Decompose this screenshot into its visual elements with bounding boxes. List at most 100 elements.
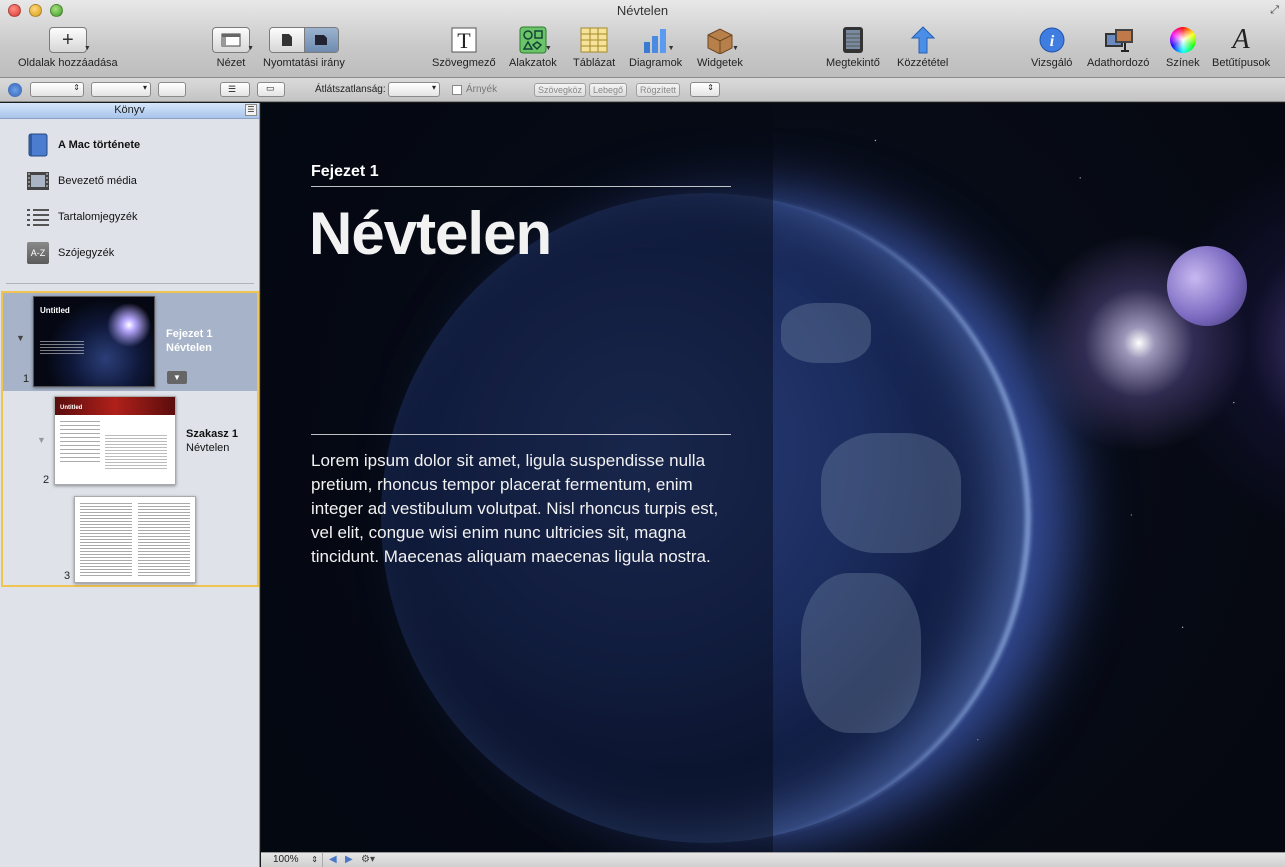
colors-label: Színek [1166,57,1200,69]
opacity-label: Átlátszatlanság: [315,84,386,95]
page-thumbnail-3[interactable] [74,496,196,583]
page-thumbnail-1[interactable]: Untitled [33,296,155,387]
thumb-text-lines [105,435,167,469]
chapter-title-text[interactable]: Névtelen [309,199,552,268]
table-icon [579,26,609,54]
publish-arrow-icon [908,26,938,54]
status-bar: 100% ⇕ ◀ ▶ ⚙▾ [261,852,1285,867]
widgets-button[interactable]: ▼ Widgetek [697,26,743,69]
page-number: 2 [43,474,50,486]
wrap-options-popup[interactable]: ⇕ [690,82,720,97]
table-button[interactable]: Táblázat [573,26,615,69]
publish-label: Közzététel [897,57,949,69]
opacity-popup[interactable]: ▾ [388,82,440,97]
chart-icon: ▼ [641,26,675,54]
sidebar-title: Könyv [114,104,145,116]
previous-page-icon[interactable]: ◀ [329,853,337,867]
wrap-float-button[interactable]: Lebegő [589,83,628,97]
media-button[interactable]: Adathordozó [1087,26,1149,69]
colors-button[interactable]: Színek [1166,26,1200,69]
section-title: Szakasz 1 [186,428,238,440]
add-pages-label: Oldalak hozzáadása [18,57,118,69]
sidebar-item-book[interactable]: A Mac története [26,132,140,158]
film-icon [26,169,50,193]
view-icon [212,27,250,53]
sidebar-item-intro-media[interactable]: Bevezető média [26,168,137,194]
style-popup[interactable]: ⇕ [30,82,84,97]
add-pages-button[interactable]: + ▼ Oldalak hozzáadása [18,26,118,69]
preview-button[interactable]: Megtekintő [826,26,880,69]
textbox-button[interactable]: T Szövegmező [432,26,496,69]
page-number: 1 [23,373,30,385]
page-canvas[interactable]: Fejezet 1 Névtelen Lorem ipsum dolor sit… [261,103,1285,852]
fonts-button[interactable]: A Betűtípusok [1212,24,1271,69]
wrap-anchored-button[interactable]: Rögzített [636,83,681,97]
disclosure-triangle-icon[interactable]: ▼ [37,435,46,445]
chapter-subtitle: Névtelen [166,342,212,354]
textbox-label: Szövegmező [432,57,496,69]
disclosure-triangle-icon[interactable]: ▼ [16,333,25,343]
widgets-label: Widgetek [697,57,743,69]
shapes-button[interactable]: ▼ Alakzatok [509,26,557,69]
thumb-title: Untitled [60,405,83,411]
widget-box-icon: ▼ [705,26,739,54]
fullscreen-icon[interactable]: ⤢ [1270,4,1279,17]
landscape-icon[interactable] [303,28,338,52]
font-popup[interactable]: ▾ [91,82,151,97]
sidebar-item-label: Bevezető média [58,175,137,187]
book-icon [26,133,50,157]
page-number: 3 [64,570,71,582]
sidebar-header: Könyv ☰ [0,103,259,119]
svg-text:i: i [1049,33,1054,50]
gear-icon[interactable]: ⚙▾ [361,853,375,867]
book-sidebar: Könyv ☰ A Mac története Bevezető média T… [0,103,260,867]
frame-button[interactable]: ▭ [257,82,285,97]
table-label: Táblázat [573,57,616,69]
page-label-chapter: Fejezet 1 Névtelen [166,327,212,355]
inspector-label: Vizsgáló [1031,57,1073,69]
info-icon: i [1037,26,1067,54]
page-thumbnail-2[interactable]: Untitled [54,396,176,485]
chapter-title: Fejezet 1 [166,328,213,340]
section-subtitle: Névtelen [186,442,230,454]
adjust-button[interactable]: ☰ [220,82,250,97]
fonts-label: Betűtípusok [1212,57,1271,69]
moon-image [1167,246,1247,326]
shadow-checkbox[interactable] [452,85,462,95]
sidebar-item-toc[interactable]: Tartalomjegyzék [26,204,137,230]
media-label: Adathordozó [1087,57,1150,69]
size-field[interactable] [158,82,186,97]
portrait-icon[interactable] [269,28,304,52]
view-button[interactable]: ▼ Nézet [212,26,254,69]
zoom-popup[interactable]: 100% ⇕ [263,853,323,867]
body-text-box[interactable]: Lorem ipsum dolor sit amet, ligula suspe… [311,449,741,569]
charts-button[interactable]: ▼ Diagramok [629,26,682,69]
shadow-label: Árnyék [466,84,498,95]
sidebar-item-label: Tartalomjegyzék [58,211,138,223]
wrap-inline-button[interactable]: Szövegköz [534,83,587,97]
zoom-value: 100% [273,854,299,865]
sidebar-item-label: A Mac története [58,139,141,151]
sidebar-item-glossary[interactable]: A-Z Szójegyzék [26,240,114,266]
thumb-text-lines [40,341,84,355]
thumb-text-lines [138,503,190,577]
next-page-icon[interactable]: ▶ [345,853,353,867]
publish-button[interactable]: Közzététel [897,26,948,69]
preview-label: Megtekintő [826,57,880,69]
body-divider [311,434,731,435]
audio-icon[interactable] [8,83,22,97]
view-label: Nézet [216,57,246,69]
orientation-label: Nyomtatási irány [263,57,345,69]
thumb-text-lines [60,421,100,465]
plus-icon: + [48,27,87,53]
sidebar-divider [6,283,254,284]
orientation-control[interactable]: Nyomtatási irány [263,26,345,69]
shapes-icon: ▼ [518,26,552,54]
sidebar-menu-icon[interactable]: ☰ [245,104,257,116]
layout-menu-icon[interactable]: ▼ [167,371,187,384]
shapes-label: Alakzatok [509,57,557,69]
sidebar-item-label: Szójegyzék [58,247,115,259]
media-icon [1103,26,1134,54]
inspector-button[interactable]: i Vizsgáló [1031,26,1072,69]
chapter-heading[interactable]: Fejezet 1 [311,163,379,181]
